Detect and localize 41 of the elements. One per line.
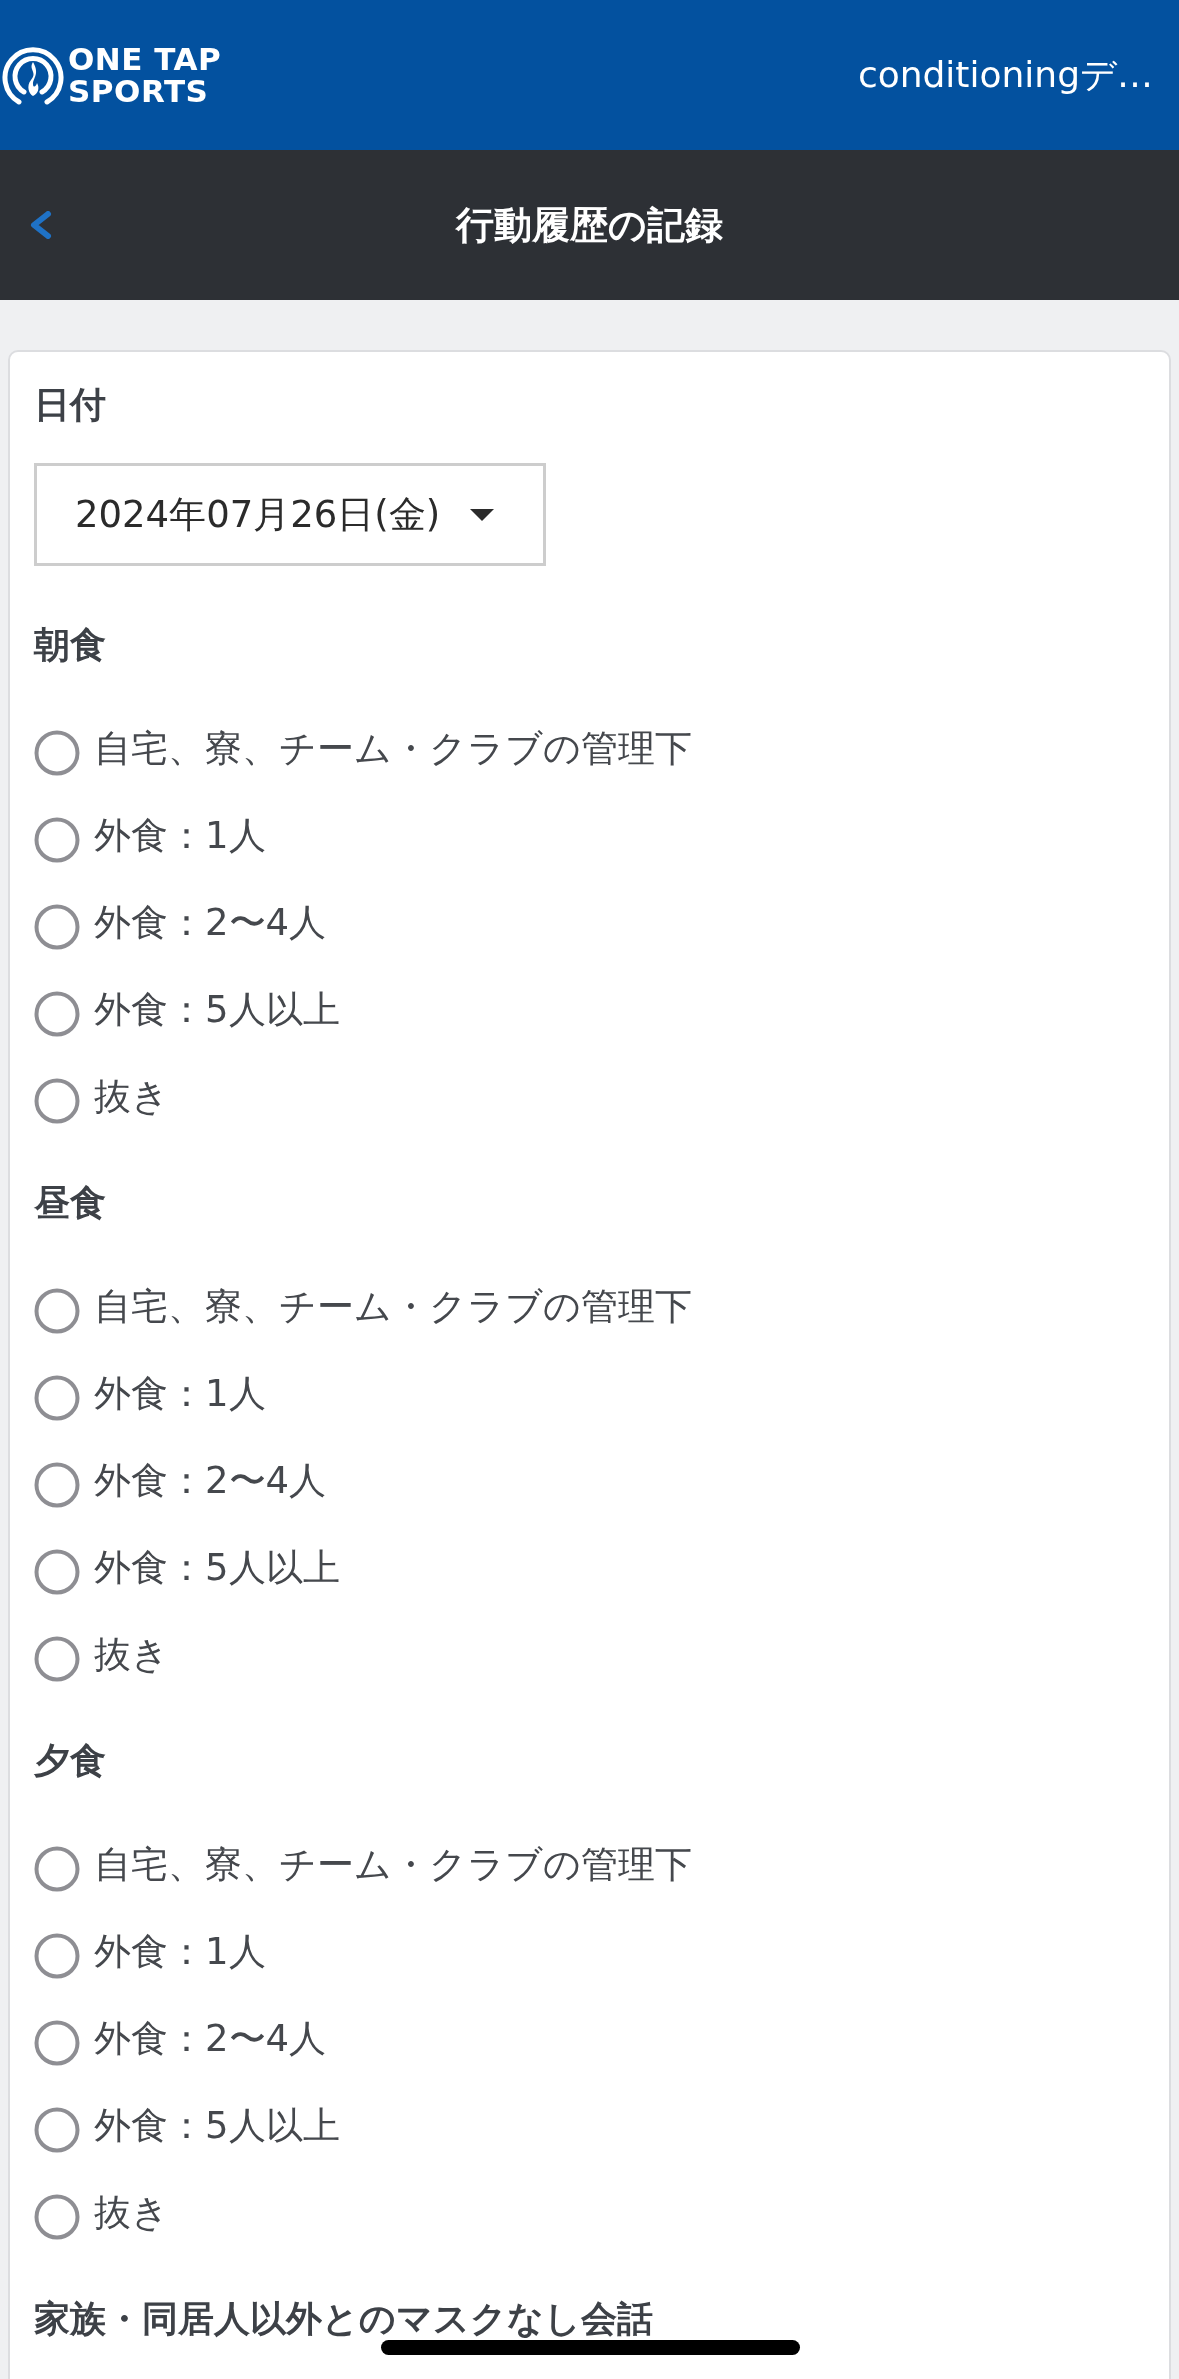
radio-button-icon[interactable] <box>34 816 80 863</box>
radio-button-icon[interactable] <box>34 2019 80 2066</box>
caret-down-icon <box>470 508 495 521</box>
radio-option[interactable]: 自宅、寮、チーム・クラブの管理下 <box>34 1837 692 1892</box>
radio-button-icon[interactable] <box>34 990 80 1037</box>
radio-button-icon[interactable] <box>34 1461 80 1508</box>
radio-button-icon[interactable] <box>34 903 80 950</box>
logo-text: ONE TAP <box>68 43 222 75</box>
account-title: conditioningデ… <box>857 52 1153 97</box>
radio-option[interactable]: 自宅、寮、チーム・クラブの管理下 <box>34 721 692 776</box>
logo-text: SPORTS <box>68 75 209 107</box>
radio-button-icon[interactable] <box>34 1635 80 1682</box>
radio-option[interactable]: 抜き <box>34 1627 169 1682</box>
radio-button-icon[interactable] <box>34 2106 80 2153</box>
radio-button-icon[interactable] <box>34 1077 80 1124</box>
radio-option[interactable]: 外食：2〜4人 <box>34 1453 327 1508</box>
radio-option[interactable]: 外食：1人 <box>34 1366 266 1421</box>
date-dropdown[interactable]: 2024年07月26日(金) <box>34 463 546 566</box>
radio-option[interactable]: 外食：5人以上 <box>34 982 340 1037</box>
radio-button-icon[interactable] <box>34 1374 80 1421</box>
radio-option[interactable]: 外食：5人以上 <box>34 1540 340 1595</box>
radio-option[interactable]: 外食：2〜4人 <box>34 2011 327 2066</box>
radio-option[interactable]: 外食：2〜4人 <box>34 895 327 950</box>
section-label: 家族・同居人以外とのマスクなし会話 <box>34 2297 653 2341</box>
radio-button-icon[interactable] <box>34 1845 80 1892</box>
section-label: 夕食 <box>34 1739 106 1783</box>
radio-button-icon[interactable] <box>34 729 80 776</box>
radio-option[interactable]: 外食：1人 <box>34 1924 266 1979</box>
radio-button-icon[interactable] <box>34 1287 80 1334</box>
section-label: 朝食 <box>34 623 106 667</box>
field-label: 日付 <box>34 383 106 427</box>
page-title: 行動履歴の記録 <box>456 201 723 249</box>
radio-button-icon[interactable] <box>34 1932 80 1979</box>
radio-button-icon[interactable] <box>34 1548 80 1595</box>
radio-option[interactable]: 抜き <box>34 1069 169 1124</box>
radio-option[interactable]: 外食：1人 <box>34 808 266 863</box>
radio-option[interactable]: 抜き <box>34 2185 169 2240</box>
radio-option[interactable]: 外食：5人以上 <box>34 2098 340 2153</box>
radio-button-icon[interactable] <box>34 2193 80 2240</box>
radio-option[interactable]: 自宅、寮、チーム・クラブの管理下 <box>34 1279 692 1334</box>
section-label: 昼食 <box>34 1181 106 1225</box>
